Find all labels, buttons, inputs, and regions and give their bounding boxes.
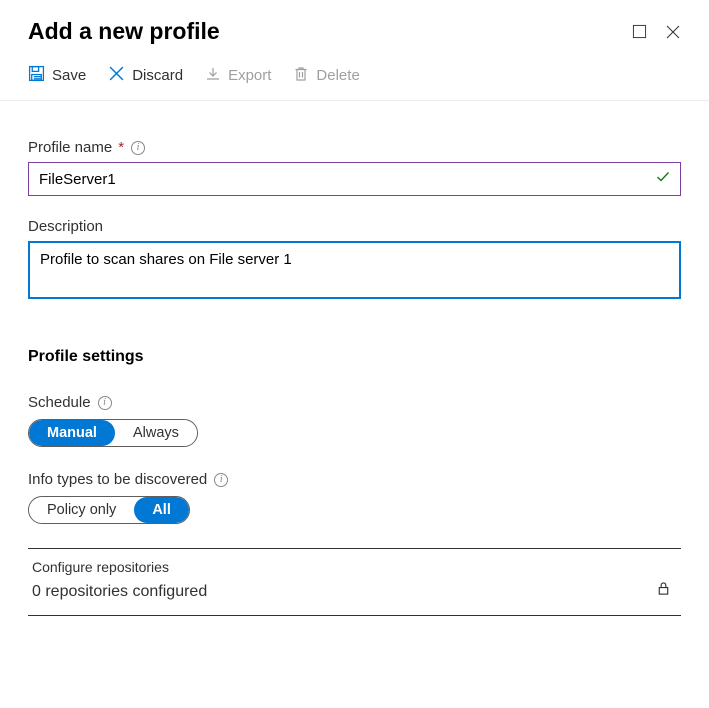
configure-repositories-title: Configure repositories (32, 559, 207, 575)
discard-icon (108, 65, 125, 86)
schedule-toggle: Manual Always (28, 419, 198, 447)
info-types-option-policy-only[interactable]: Policy only (29, 497, 134, 523)
toolbar: Save Discard Export Delete (0, 55, 709, 101)
description-label: Description (28, 218, 681, 235)
profile-name-label: Profile name * i (28, 139, 681, 156)
delete-button: Delete (293, 66, 359, 86)
lock-icon (656, 581, 677, 601)
delete-label: Delete (316, 67, 359, 84)
close-icon[interactable] (665, 24, 681, 40)
schedule-label: Schedule i (28, 394, 681, 411)
info-types-toggle: Policy only All (28, 496, 190, 524)
save-icon (28, 65, 45, 86)
configure-repositories-bar[interactable]: Configure repositories 0 repositories co… (28, 548, 681, 616)
schedule-option-manual[interactable]: Manual (29, 420, 115, 446)
export-button: Export (205, 66, 271, 86)
page-title: Add a new profile (28, 18, 220, 45)
profile-settings-heading: Profile settings (28, 348, 681, 366)
checkmark-icon (655, 169, 671, 190)
description-input[interactable] (28, 241, 681, 299)
delete-icon (293, 66, 309, 86)
maximize-icon[interactable] (632, 24, 647, 39)
required-asterisk: * (118, 139, 124, 156)
save-button[interactable]: Save (28, 65, 86, 86)
schedule-option-always[interactable]: Always (115, 420, 197, 446)
export-label: Export (228, 67, 271, 84)
info-icon[interactable]: i (214, 473, 228, 487)
export-icon (205, 66, 221, 86)
info-icon[interactable]: i (131, 141, 145, 155)
discard-button[interactable]: Discard (108, 65, 183, 86)
profile-name-input[interactable] (28, 162, 681, 196)
save-label: Save (52, 67, 86, 84)
repositories-count: 0 repositories configured (32, 583, 207, 601)
info-types-option-all[interactable]: All (134, 497, 189, 523)
discard-label: Discard (132, 67, 183, 84)
info-icon[interactable]: i (98, 396, 112, 410)
info-types-label: Info types to be discovered i (28, 471, 681, 488)
